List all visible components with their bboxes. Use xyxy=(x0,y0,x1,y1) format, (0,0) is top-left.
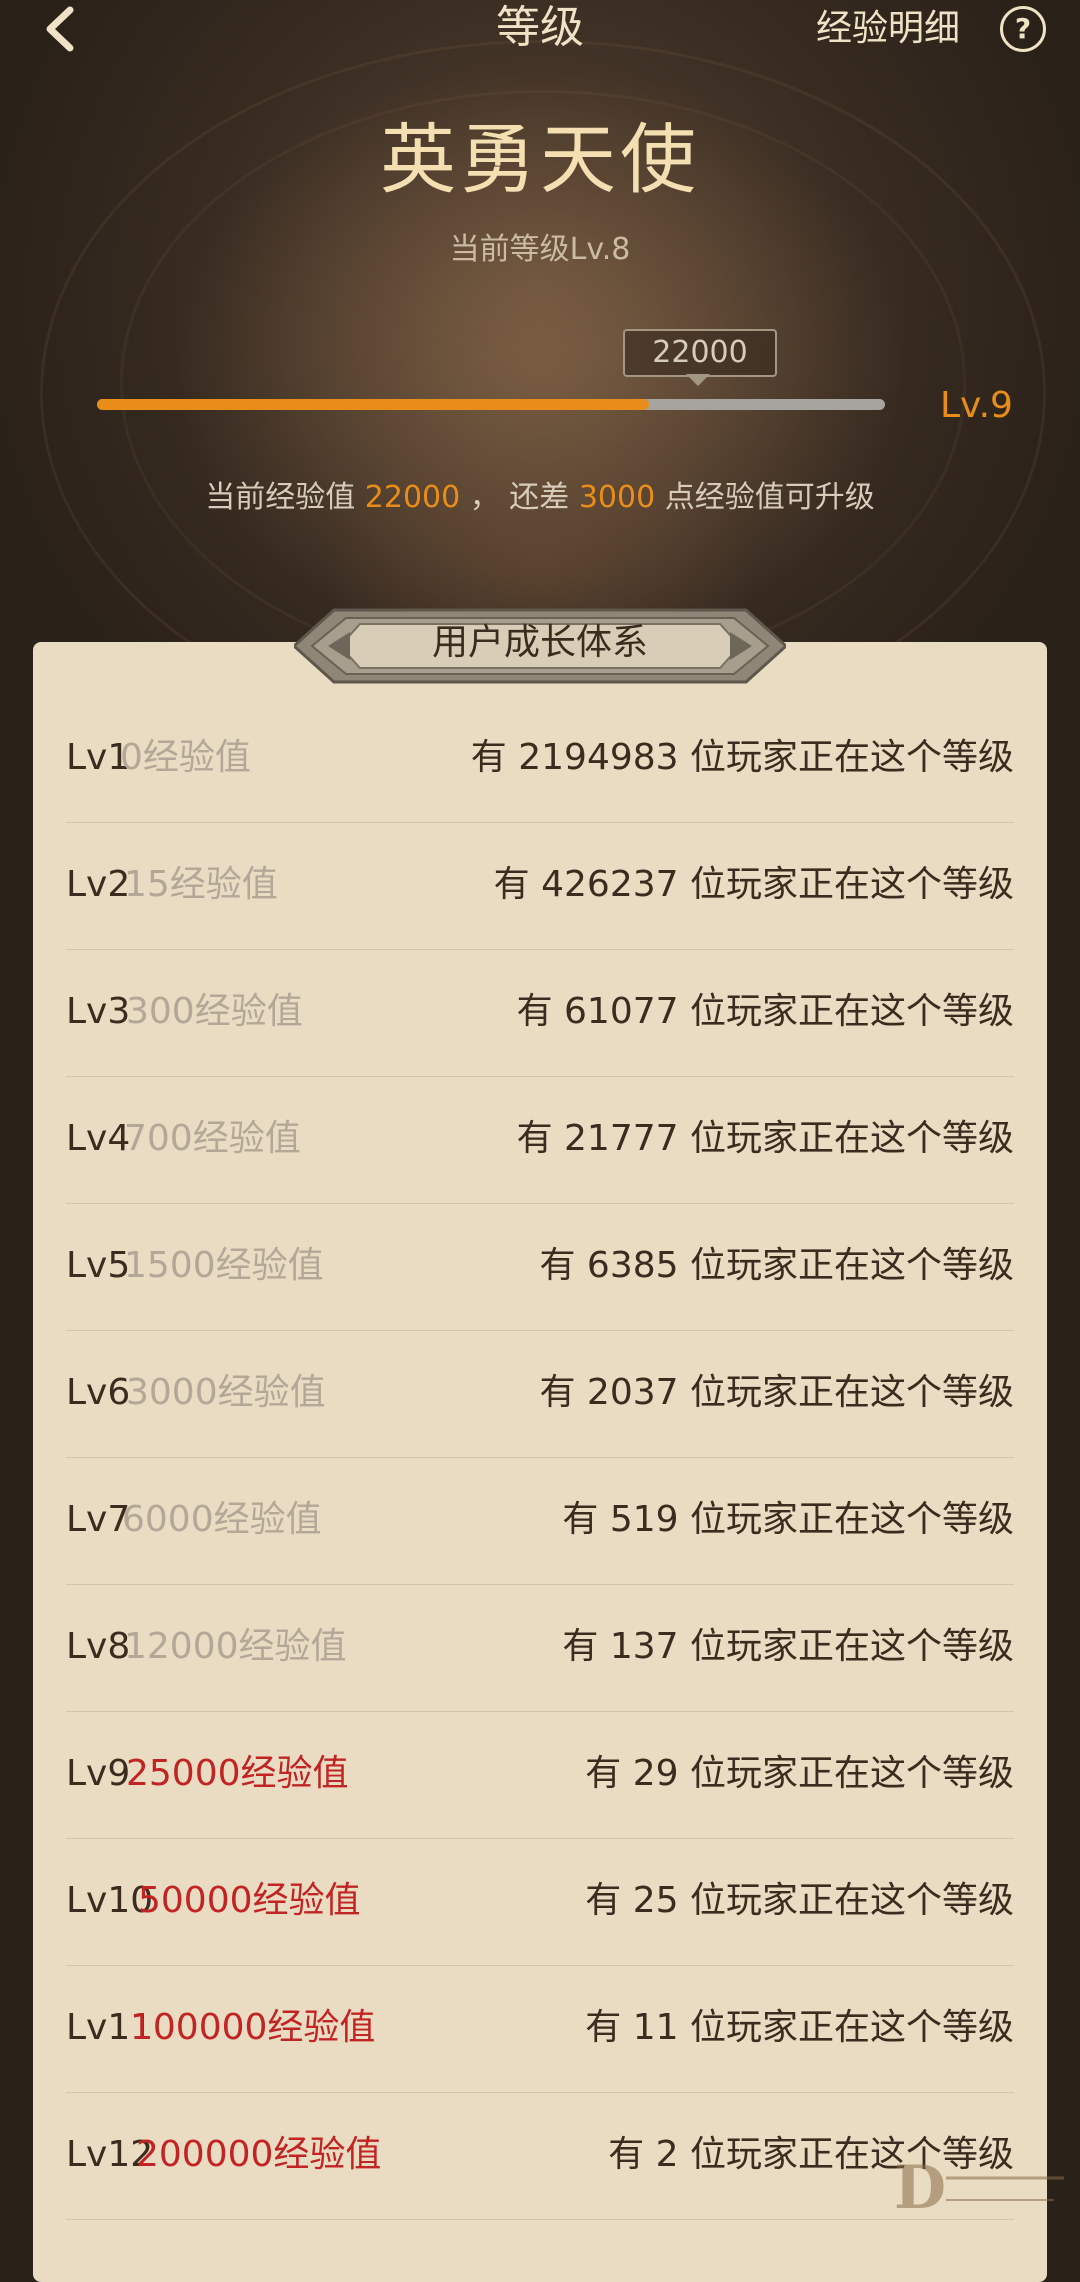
remaining-exp-value: 3000 xyxy=(578,480,656,515)
level-row: Lv12 200000经验值有 2 位玩家正在这个等级 xyxy=(66,2093,1014,2220)
level-exp-requirement: 6000经验值 xyxy=(122,1499,322,1540)
exp-summary-middle: ， 还差 xyxy=(460,480,579,515)
level-player-count: 有 426237 位玩家正在这个等级 xyxy=(493,864,1014,905)
exp-detail-link[interactable]: 经验明细 xyxy=(816,4,960,54)
level-row: Lv9 25000经验值 有 29 位玩家正在这个等级 xyxy=(66,1712,1014,1839)
level-label: Lv2 xyxy=(66,864,131,905)
level-row: Lv2 15经验值 有 426237 位玩家正在这个等级 xyxy=(66,823,1014,950)
current-exp-value: 22000 xyxy=(364,480,461,515)
level-label: Lv4 xyxy=(66,1118,131,1159)
level-player-count: 有 61077 位玩家正在这个等级 xyxy=(516,991,1014,1032)
section-banner: 用户成长体系 xyxy=(294,592,786,700)
level-player-count: 有 6385 位玩家正在这个等级 xyxy=(539,1245,1014,1286)
level-exp-requirement: 200000经验值 xyxy=(136,2134,382,2175)
svg-text:D: D xyxy=(894,2153,946,2223)
level-player-count: 有 2194983 位玩家正在这个等级 xyxy=(470,737,1014,778)
level-exp-requirement: 50000经验值 xyxy=(138,1880,361,1921)
level-row: Lv7 6000经验值 有 519 位玩家正在这个等级 xyxy=(66,1458,1014,1585)
level-player-count: 有 25 位玩家正在这个等级 xyxy=(585,1880,1014,1921)
level-exp-requirement: 300经验值 xyxy=(126,991,303,1032)
next-level-label: Lv.9 xyxy=(940,385,1013,426)
progress-tooltip: 22000 xyxy=(623,329,777,377)
exp-summary-prefix: 当前经验值 xyxy=(205,480,365,515)
level-label: Lv3 xyxy=(66,991,131,1032)
level-exp-requirement: 3000经验值 xyxy=(126,1372,326,1413)
level-player-count: 有 21777 位玩家正在这个等级 xyxy=(516,1118,1014,1159)
level-player-count: 有 11 位玩家正在这个等级 xyxy=(585,2007,1014,2048)
level-player-count: 有 2037 位玩家正在这个等级 xyxy=(539,1372,1014,1413)
level-exp-requirement: 15经验值 xyxy=(124,864,278,905)
progress-tooltip-arrow xyxy=(686,374,710,386)
section-title: 用户成长体系 xyxy=(431,622,648,663)
level-player-count: 有 29 位玩家正在这个等级 xyxy=(585,1753,1014,1794)
level-row: Lv1 0经验值有 2194983 位玩家正在这个等级 xyxy=(66,696,1014,823)
level-label: Lv6 xyxy=(66,1372,131,1413)
level-row: Lv5 1500经验值 有 6385 位玩家正在这个等级 xyxy=(66,1204,1014,1331)
level-label: Lv8 xyxy=(66,1626,131,1667)
exp-summary: 当前经验值 22000 ， 还差 3000 点经验值可升级 xyxy=(0,476,1080,520)
level-row: Lv11 100000经验值有 11 位玩家正在这个等级 xyxy=(66,1966,1014,2093)
level-player-count: 有 137 位玩家正在这个等级 xyxy=(562,1626,1014,1667)
level-exp-requirement: 25000经验值 xyxy=(126,1753,349,1794)
top-bar: 等级 经验明细 ? xyxy=(0,0,1080,60)
level-exp-requirement: 700经验值 xyxy=(124,1118,301,1159)
level-row: Lv6 3000经验值 有 2037 位玩家正在这个等级 xyxy=(66,1331,1014,1458)
level-label: Lv9 xyxy=(66,1753,131,1794)
level-row: Lv10 50000经验值有 25 位玩家正在这个等级 xyxy=(66,1839,1014,1966)
level-exp-requirement: 12000经验值 xyxy=(124,1626,347,1667)
progress-bar xyxy=(97,399,885,410)
level-exp-requirement: 100000经验值 xyxy=(130,2007,376,2048)
level-row: Lv8 12000经验值 有 137 位玩家正在这个等级 xyxy=(66,1585,1014,1712)
level-exp-requirement: 0经验值 xyxy=(120,737,251,778)
level-exp-requirement: 1500经验值 xyxy=(124,1245,324,1286)
level-list: Lv1 0经验值有 2194983 位玩家正在这个等级 Lv2 15经验值有 4262… xyxy=(66,696,1014,2220)
level-label: Lv7 xyxy=(66,1499,131,1540)
progress-bar-fill xyxy=(97,399,649,410)
level-player-count: 有 519 位玩家正在这个等级 xyxy=(562,1499,1014,1540)
level-row: Lv3 300经验值 有 61077 位玩家正在这个等级 xyxy=(66,950,1014,1077)
help-icon[interactable]: ? xyxy=(1000,6,1046,52)
watermark-logo-icon: D xyxy=(894,2153,1064,2223)
rank-name: 英勇天使 xyxy=(380,115,700,204)
level-label: Lv5 xyxy=(66,1245,131,1286)
level-row: Lv4 700经验值 有 21777 位玩家正在这个等级 xyxy=(66,1077,1014,1204)
exp-summary-suffix: 点经验值可升级 xyxy=(655,480,875,515)
current-level: 当前等级Lv.8 xyxy=(449,232,631,267)
